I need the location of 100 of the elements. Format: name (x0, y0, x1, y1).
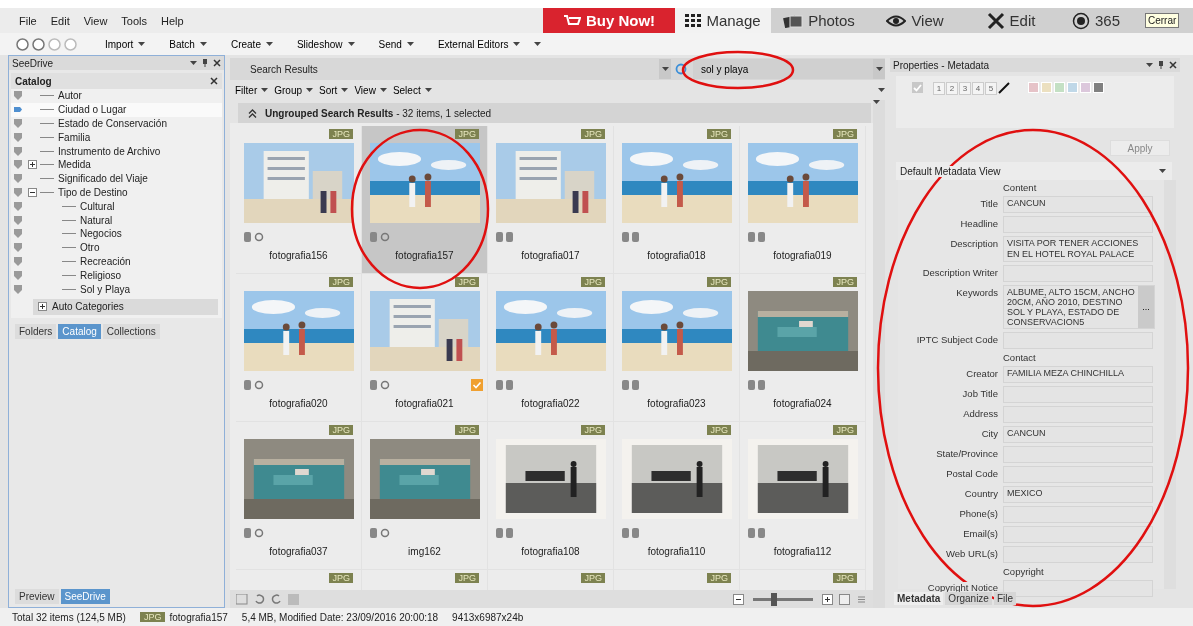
expand-icon[interactable] (38, 302, 47, 312)
color-label[interactable] (1041, 82, 1052, 93)
rating-option[interactable]: 3 (959, 82, 971, 95)
panel-tab[interactable]: Preview (15, 589, 59, 604)
pin-icon[interactable] (202, 59, 208, 67)
filter-menu[interactable]: Group (271, 84, 317, 96)
back-icon[interactable] (32, 37, 45, 51)
menu-item[interactable]: Tools (114, 14, 155, 27)
menu-item[interactable]: Help (154, 14, 191, 27)
text-field[interactable]: MEXICO (1003, 486, 1153, 503)
mode-tab[interactable]: Manage (675, 8, 771, 33)
toolbar-menu[interactable]: Slideshow (286, 38, 365, 50)
panel-tab[interactable]: Metadata (894, 592, 944, 605)
filter-menu[interactable]: View (351, 84, 390, 96)
buy-button[interactable]: Buy Now! (543, 8, 675, 33)
catalog-item[interactable]: Religioso (11, 268, 222, 283)
zoom-out-icon[interactable] (733, 593, 744, 605)
catalog-item[interactable]: Negocios (11, 226, 222, 241)
view-dropdown[interactable]: Default Metadata View (896, 162, 1172, 180)
text-field[interactable] (1003, 546, 1153, 563)
up-icon[interactable] (64, 37, 77, 51)
slider-thumb[interactable] (771, 592, 777, 606)
color-label[interactable] (1080, 82, 1091, 93)
text-field[interactable]: CANCUN (1003, 196, 1153, 213)
close-icon[interactable] (210, 77, 218, 85)
filter-menu[interactable]: Sort (316, 84, 352, 96)
catalog-item[interactable]: Familia (11, 130, 222, 145)
text-field[interactable]: FAMILIA MEZA CHINCHILLA (1003, 366, 1153, 383)
color-label[interactable] (1093, 82, 1104, 93)
catalog-item[interactable]: Natural (11, 213, 222, 227)
panel-tab[interactable]: Collections (102, 323, 160, 339)
catalog-item[interactable]: Tipo de Destino (11, 185, 222, 200)
thumbnail-item[interactable]: JPG img162 (362, 422, 488, 570)
mode-tab[interactable]: Photos (771, 8, 867, 33)
text-field[interactable] (1003, 506, 1153, 523)
toolbar-menu[interactable]: Batch (159, 38, 217, 50)
file-type-badge: JPG (455, 129, 479, 139)
panel-tab[interactable]: Organize (945, 592, 992, 605)
catalog-item[interactable]: Cultural (11, 199, 222, 214)
text-field[interactable] (1003, 216, 1153, 233)
toolbar-menu[interactable]: External Editors (427, 38, 531, 50)
rating-option[interactable]: 1 (933, 82, 945, 95)
rating-option[interactable]: 5 (985, 82, 997, 95)
scrollbar[interactable] (873, 100, 885, 608)
text-field[interactable] (1003, 526, 1153, 543)
catalog-item[interactable]: Medida (11, 158, 222, 172)
checkbox[interactable] (912, 82, 923, 93)
menu-item[interactable]: Edit (43, 14, 77, 27)
thumbnail-item[interactable]: JPG fotografia112 (740, 422, 866, 570)
auto-categories-item[interactable]: Auto Categories (33, 298, 218, 315)
catalog-item[interactable]: Autor (11, 89, 222, 103)
menu-item[interactable]: File (12, 14, 44, 27)
mode-tab[interactable]: 365 (1059, 8, 1133, 33)
collapse-icon[interactable] (28, 187, 37, 197)
mode-tab[interactable]: View (867, 8, 963, 33)
forward-icon[interactable] (48, 37, 61, 51)
catalog-item[interactable]: Significado del Viaje (11, 171, 222, 186)
zoom-in-icon[interactable] (822, 593, 833, 605)
refresh-icon[interactable] (675, 63, 687, 75)
catalog-item[interactable]: Otro (11, 240, 222, 255)
menu-item[interactable]: View (76, 14, 115, 27)
rotate-right-icon[interactable] (271, 593, 282, 605)
collapse-icon[interactable] (248, 108, 257, 118)
toolbar-menu[interactable]: Send (368, 38, 424, 50)
color-label[interactable] (1054, 82, 1065, 93)
scrollbar[interactable] (1164, 180, 1176, 589)
checkmark-icon[interactable] (471, 379, 483, 391)
toolbar-menu[interactable]: Create (220, 38, 283, 50)
catalog-item[interactable]: Recreación (11, 254, 222, 269)
rating-option[interactable]: 4 (972, 82, 984, 95)
color-label[interactable] (1028, 82, 1039, 93)
thumbnail-item[interactable]: JPG fotografia108 (488, 422, 614, 570)
catalog-item[interactable]: Sol y Playa (11, 282, 222, 296)
sync-icon (380, 380, 390, 390)
home-icon[interactable] (16, 37, 29, 51)
clear-rating-icon[interactable] (998, 82, 1010, 94)
expand-icon[interactable] (28, 160, 37, 170)
catalog-item[interactable]: Instrumento de Archivo (11, 144, 222, 158)
color-label[interactable] (1067, 82, 1078, 93)
pin-icon[interactable] (1158, 61, 1164, 69)
search-field[interactable]: sol y playa (693, 59, 873, 79)
panel-tab[interactable]: File (993, 592, 1017, 605)
close-icon[interactable] (1169, 61, 1177, 69)
panel-tab[interactable]: Folders (15, 323, 57, 339)
thumbnail-item[interactable]: JPG fotografia037 (236, 422, 362, 570)
close-icon[interactable] (213, 59, 221, 67)
image-icon[interactable] (839, 593, 850, 605)
thumbnail-item[interactable]: JPG fotografia110 (614, 422, 740, 570)
filter-menu[interactable]: Filter (232, 84, 272, 96)
text-field[interactable]: CANCUN (1003, 426, 1153, 443)
mode-tab[interactable]: Edit (963, 8, 1059, 33)
list-icon[interactable] (856, 593, 867, 605)
rotate-left-icon[interactable] (254, 593, 265, 605)
rating-option[interactable]: 2 (946, 82, 958, 95)
catalog-item[interactable]: Estado de Conservación (11, 116, 222, 131)
text-field[interactable]: VISITA POR TENER ACCIONES EN EL HOTEL ROYAL PALACE (1003, 236, 1153, 262)
toolbar-menu[interactable]: Import (95, 38, 156, 50)
file-type-badge: JPG (707, 425, 731, 435)
filter-menu[interactable]: Select (389, 84, 435, 96)
catalog-item[interactable]: Ciudad o Lugar (11, 102, 222, 117)
